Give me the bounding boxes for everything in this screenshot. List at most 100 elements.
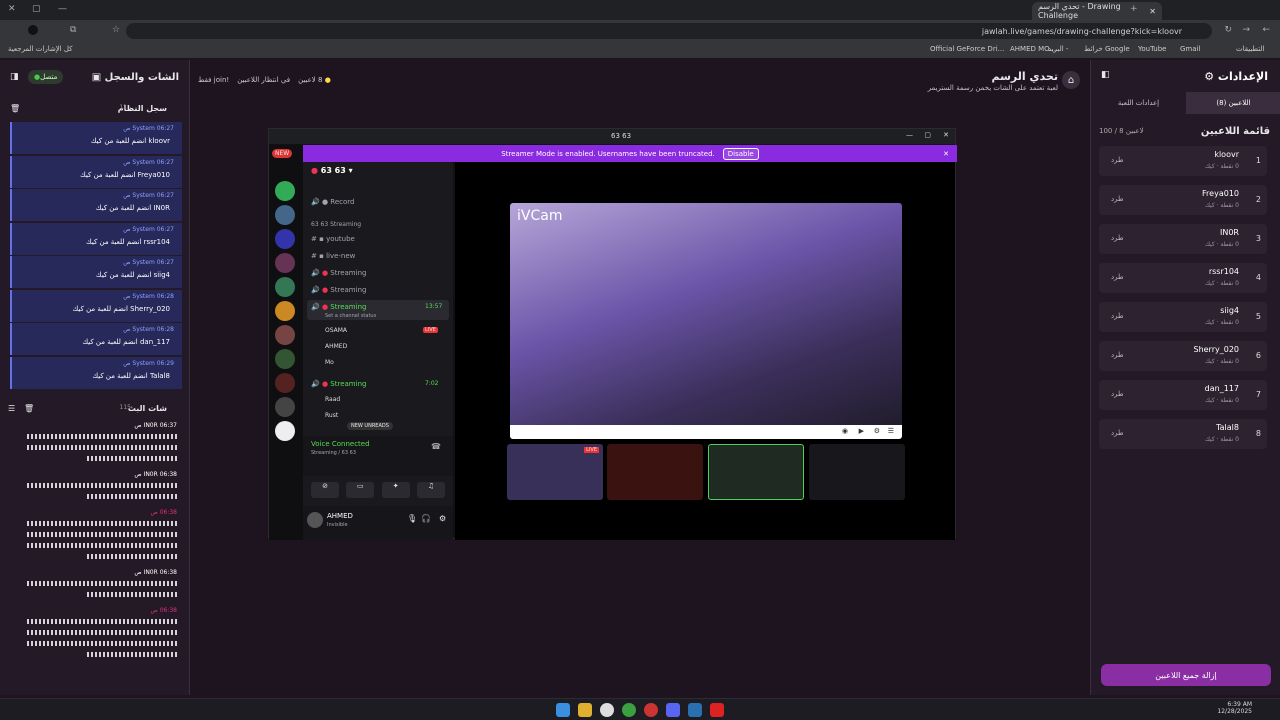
- app-icon[interactable]: [600, 703, 614, 717]
- channel-record[interactable]: 🔊 ● Record: [311, 198, 354, 206]
- start-icon[interactable]: [556, 703, 570, 717]
- profile-avatar[interactable]: [28, 25, 38, 35]
- bookmark-star-icon[interactable]: ☆: [112, 25, 120, 35]
- new-tab-icon[interactable]: +: [1130, 4, 1138, 14]
- voice-user-mo[interactable]: Mo: [325, 359, 334, 366]
- channel-streaming-4[interactable]: 🔊 ● Streaming: [311, 380, 366, 388]
- video-thumb[interactable]: LIVE: [507, 444, 603, 500]
- camera-icon[interactable]: ◉: [842, 427, 848, 435]
- discord-icon[interactable]: [666, 703, 680, 717]
- new-unreads-pill[interactable]: NEW UNREADS: [347, 422, 393, 430]
- forward-icon[interactable]: →: [1242, 25, 1250, 35]
- file-explorer-icon[interactable]: [578, 703, 592, 717]
- kick-button[interactable]: طرد: [1111, 234, 1124, 242]
- collapse-panel-icon[interactable]: ◧: [1101, 70, 1110, 80]
- bookmark-apps[interactable]: التطبيقات: [1236, 45, 1264, 53]
- kick-button[interactable]: طرد: [1111, 273, 1124, 281]
- video-thumb[interactable]: [607, 444, 703, 500]
- category-streaming[interactable]: 63 63 Streaming: [311, 221, 361, 228]
- bookmark-gmail[interactable]: Gmail: [1180, 45, 1200, 53]
- steam-icon[interactable]: [688, 703, 702, 717]
- channel-live-new[interactable]: # ▪ live-new: [311, 252, 355, 260]
- chrome-icon[interactable]: [622, 703, 636, 717]
- back-icon[interactable]: ←: [1262, 25, 1270, 35]
- discord-minimize-icon[interactable]: —: [906, 131, 913, 139]
- bookmark-youtube[interactable]: YouTube: [1138, 45, 1166, 53]
- channel-youtube[interactable]: # ▪ youtube: [311, 235, 355, 243]
- clock[interactable]: 6:39 AM 12/28/2025: [1217, 701, 1252, 715]
- bookmark-maps[interactable]: خرائط Google: [1084, 45, 1130, 53]
- filter-icon[interactable]: ☰: [8, 404, 15, 413]
- home-button[interactable]: ⌂: [1062, 71, 1080, 89]
- kick-button[interactable]: طرد: [1111, 390, 1124, 398]
- channel-status[interactable]: Set a channel status: [325, 313, 376, 319]
- kick-button[interactable]: طرد: [1111, 156, 1124, 164]
- server-icon[interactable]: [275, 205, 295, 225]
- tab-game-settings[interactable]: إعدادات اللعبة: [1091, 92, 1186, 114]
- window-maximize-icon[interactable]: ▢: [32, 4, 41, 14]
- discord-maximize-icon[interactable]: ▢: [924, 131, 931, 139]
- kick-button[interactable]: طرد: [1111, 429, 1124, 437]
- tab-close-icon[interactable]: ✕: [1149, 7, 1156, 16]
- voice-actions: ⊘ ▭ ✦ ♫: [311, 482, 445, 498]
- server-icon[interactable]: [275, 253, 295, 273]
- headset-icon[interactable]: 🎧: [421, 514, 431, 523]
- tab-players[interactable]: اللاعبين (8): [1186, 92, 1280, 114]
- server-icon[interactable]: [275, 301, 295, 321]
- obscured-message-line: [27, 619, 177, 624]
- app-icon[interactable]: [644, 703, 658, 717]
- server-icon[interactable]: [275, 325, 295, 345]
- kick-button[interactable]: طرد: [1111, 351, 1124, 359]
- kick-button[interactable]: طرد: [1111, 312, 1124, 320]
- soundboard-icon[interactable]: ♫: [416, 482, 445, 498]
- trash-icon[interactable]: 🗑: [10, 104, 20, 113]
- disconnect-icon[interactable]: ☎: [431, 442, 441, 451]
- server-icon[interactable]: [275, 421, 295, 441]
- tab-drawing-challenge[interactable]: تحدي الرسم - Drawing Challenge ✕: [1032, 2, 1162, 20]
- server-icon[interactable]: [275, 181, 295, 201]
- player-number: 5: [1255, 312, 1261, 321]
- server-icon[interactable]: [275, 229, 295, 249]
- activities-icon[interactable]: ✦: [381, 482, 410, 498]
- channel-streaming-3[interactable]: 🔊 ● Streaming: [311, 303, 366, 311]
- window-minimize-icon[interactable]: —: [58, 4, 67, 14]
- camera-off-icon[interactable]: ⊘: [311, 482, 339, 498]
- extensions-icon[interactable]: ⧉: [70, 25, 76, 35]
- channel-streaming-2[interactable]: 🔊 ● Streaming: [311, 286, 366, 294]
- server-icon[interactable]: [275, 277, 295, 297]
- window-close-icon[interactable]: ✕: [8, 4, 16, 14]
- discord-window: 63 63 ✕ ▢ — Streamer Mode is enabled. Us…: [268, 128, 957, 540]
- settings-gear-icon[interactable]: ⚙: [439, 514, 446, 523]
- bookmark-geforce[interactable]: Official GeForce Dri...: [930, 45, 1004, 53]
- voice-user-osama[interactable]: OSAMA: [325, 327, 347, 334]
- gear-icon[interactable]: ⚙: [874, 427, 880, 435]
- server-icon[interactable]: [275, 397, 295, 417]
- reload-icon[interactable]: ↻: [1224, 25, 1232, 35]
- server-name[interactable]: ● 63 63 ▾: [311, 166, 353, 175]
- video-thumb-active[interactable]: [708, 444, 804, 500]
- bookmark-mail[interactable]: البريد -: [1048, 45, 1068, 53]
- disable-button[interactable]: Disable: [722, 147, 759, 160]
- bookmark-all[interactable]: كل الإشارات المرجعية: [8, 45, 73, 53]
- voice-user-ahmed[interactable]: AHMED: [325, 343, 347, 350]
- app-icon[interactable]: [710, 703, 724, 717]
- kick-button[interactable]: طرد: [1111, 195, 1124, 203]
- discord-close-icon[interactable]: ✕: [943, 131, 949, 139]
- channel-streaming-1[interactable]: 🔊 ● Streaming: [311, 269, 366, 277]
- menu-icon[interactable]: ☰: [888, 427, 894, 435]
- main-video[interactable]: iVCam ☰ ⚙ ▶ ◉: [510, 203, 902, 439]
- trash-icon-2[interactable]: 🗑: [24, 404, 34, 413]
- video-thumb[interactable]: [809, 444, 905, 500]
- avatar[interactable]: [307, 512, 323, 528]
- banner-close-icon[interactable]: ✕: [943, 150, 949, 158]
- voice-user-raad[interactable]: Raad: [325, 396, 340, 403]
- video-icon[interactable]: ▶: [859, 427, 864, 435]
- server-icon[interactable]: [275, 349, 295, 369]
- remove-all-players-button[interactable]: إزالة جميع اللاعبين: [1101, 664, 1271, 686]
- server-icon[interactable]: [275, 373, 295, 393]
- voice-user-rust[interactable]: Rust: [325, 412, 338, 419]
- address-bar[interactable]: jawlah.live/games/drawing-challenge?kick…: [126, 23, 1212, 39]
- screen-share-icon[interactable]: ▭: [346, 482, 375, 498]
- mic-icon[interactable]: 🎙: [407, 514, 417, 523]
- collapse-chat-icon[interactable]: ◨: [10, 72, 19, 82]
